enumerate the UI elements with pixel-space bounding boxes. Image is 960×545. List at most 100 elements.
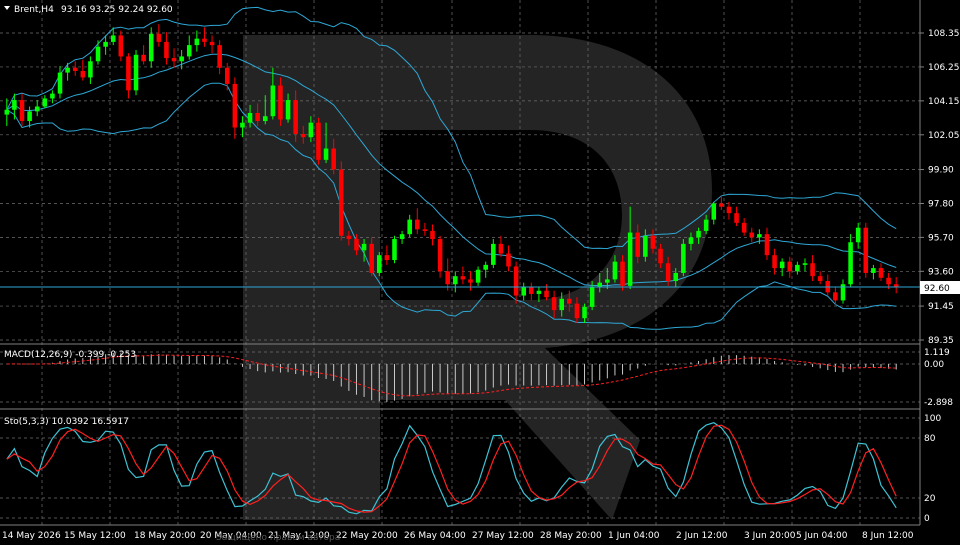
time-axis-label: 8 Jun 12:00 bbox=[862, 531, 914, 541]
candle-body bbox=[810, 263, 815, 277]
candle-body bbox=[559, 298, 565, 311]
candle-body bbox=[34, 106, 40, 112]
candle-body bbox=[643, 235, 648, 257]
candle-body bbox=[202, 38, 207, 42]
candle-body bbox=[741, 222, 747, 233]
watermark-text: Защищено правом автора bbox=[216, 533, 340, 543]
stochastic-indicator bbox=[6, 422, 897, 515]
candle-body bbox=[194, 38, 200, 46]
time-axis-label: 28 May 20:00 bbox=[540, 531, 602, 541]
candle-body bbox=[323, 148, 329, 160]
candle-body bbox=[658, 248, 663, 264]
candle-body bbox=[749, 232, 755, 238]
candle-body bbox=[88, 61, 93, 78]
candle-body bbox=[42, 98, 48, 107]
candle-body bbox=[27, 111, 32, 122]
candle-body bbox=[255, 112, 260, 122]
candle-body bbox=[156, 33, 162, 42]
candle-body bbox=[612, 261, 618, 280]
candle-body bbox=[95, 46, 101, 62]
candle-body bbox=[673, 272, 679, 282]
candle-body bbox=[475, 269, 481, 283]
candle-body bbox=[407, 219, 412, 235]
candle-body bbox=[536, 290, 542, 294]
candle-body bbox=[491, 243, 496, 265]
time-axis-label: 14 May 2026 bbox=[2, 531, 61, 541]
time-axis: 14 May 2026 15 May 12:00 18 May 20:00 20 Ma… bbox=[2, 531, 914, 541]
candle-body bbox=[483, 264, 488, 270]
candle-body bbox=[513, 266, 519, 296]
candle-body bbox=[529, 287, 534, 294]
candle-body bbox=[855, 227, 861, 243]
price-axis-label: 89.35 bbox=[928, 336, 954, 346]
candle-body bbox=[399, 234, 405, 240]
candle-body bbox=[802, 263, 808, 265]
symbol-label: Brent,H4 bbox=[14, 5, 54, 15]
macd-axis-label: -2.898 bbox=[924, 398, 953, 408]
candle-body bbox=[886, 277, 891, 285]
current-price-tag: 92.60 bbox=[920, 281, 960, 294]
candle-body bbox=[50, 93, 55, 99]
candle-body bbox=[878, 268, 884, 278]
candle-body bbox=[772, 255, 777, 269]
candle-body bbox=[308, 122, 314, 138]
candle-body bbox=[179, 56, 184, 62]
candle-body bbox=[574, 303, 580, 319]
candle-body bbox=[589, 287, 595, 307]
candle-body bbox=[734, 213, 739, 223]
candle-body bbox=[133, 54, 139, 91]
candle-body bbox=[224, 67, 230, 84]
candle-body bbox=[270, 85, 276, 117]
candle-body bbox=[764, 234, 770, 256]
candle-body bbox=[126, 56, 131, 91]
price-axis-label: 108.35 bbox=[928, 29, 960, 39]
candle-body bbox=[65, 67, 70, 73]
candle-body bbox=[430, 230, 435, 240]
candle-body bbox=[506, 253, 511, 267]
candle-body bbox=[665, 263, 671, 282]
candle-body bbox=[377, 255, 382, 273]
candle-body bbox=[338, 169, 344, 236]
chart-header: Brent,H4 93.16 93.25 92.24 92.60 bbox=[4, 5, 173, 15]
candle-body bbox=[681, 243, 686, 273]
candle-body bbox=[726, 206, 732, 214]
candle-body bbox=[567, 298, 572, 304]
candle-body bbox=[247, 112, 253, 123]
candle-body bbox=[103, 41, 108, 47]
candle-body bbox=[285, 100, 291, 120]
candle-body bbox=[262, 116, 268, 122]
candle-body bbox=[688, 237, 694, 244]
candle-body bbox=[141, 54, 146, 62]
candle-body bbox=[871, 268, 876, 273]
candle-body bbox=[605, 279, 610, 283]
candle-body bbox=[445, 271, 450, 285]
candle-body bbox=[795, 264, 800, 272]
candle-body bbox=[369, 243, 374, 273]
macd-axis-label: 0.00 bbox=[924, 360, 944, 370]
candle-body bbox=[415, 219, 420, 230]
trading-chart: 108.35 106.25 104.15 102.05 99.90 97.80 95.70 9… bbox=[0, 0, 960, 543]
time-axis-label: 22 May 20:00 bbox=[336, 531, 398, 541]
time-axis-label: 2 Jun 12:00 bbox=[676, 531, 728, 541]
price-axis-label: 91.45 bbox=[928, 302, 954, 312]
macd-axis-label: 1.119 bbox=[924, 348, 950, 358]
time-axis-label: 26 May 04:00 bbox=[404, 531, 466, 541]
candle-body bbox=[468, 279, 473, 283]
dropdown-triangle-icon[interactable] bbox=[4, 6, 10, 10]
candle-body bbox=[171, 58, 177, 62]
macd-label: MACD(12,26,9) -0.399 -0.253 bbox=[4, 350, 136, 360]
candle-body bbox=[72, 67, 78, 71]
stochastic-axis: 100 80 20 0 bbox=[924, 414, 941, 524]
candle-body bbox=[186, 45, 192, 57]
price-axis-label: 104.15 bbox=[928, 97, 960, 107]
candle-body bbox=[12, 100, 17, 110]
candle-body bbox=[757, 234, 762, 238]
candle-body bbox=[278, 85, 283, 120]
candle-body bbox=[300, 133, 306, 138]
ohlc-values: 93.16 93.25 92.24 92.60 bbox=[61, 5, 173, 15]
candle-body bbox=[80, 70, 86, 78]
candle-body bbox=[627, 232, 633, 286]
time-axis-label: 5 Jun 04:00 bbox=[796, 531, 848, 541]
candle-body bbox=[460, 276, 466, 280]
candle-body bbox=[650, 235, 656, 249]
